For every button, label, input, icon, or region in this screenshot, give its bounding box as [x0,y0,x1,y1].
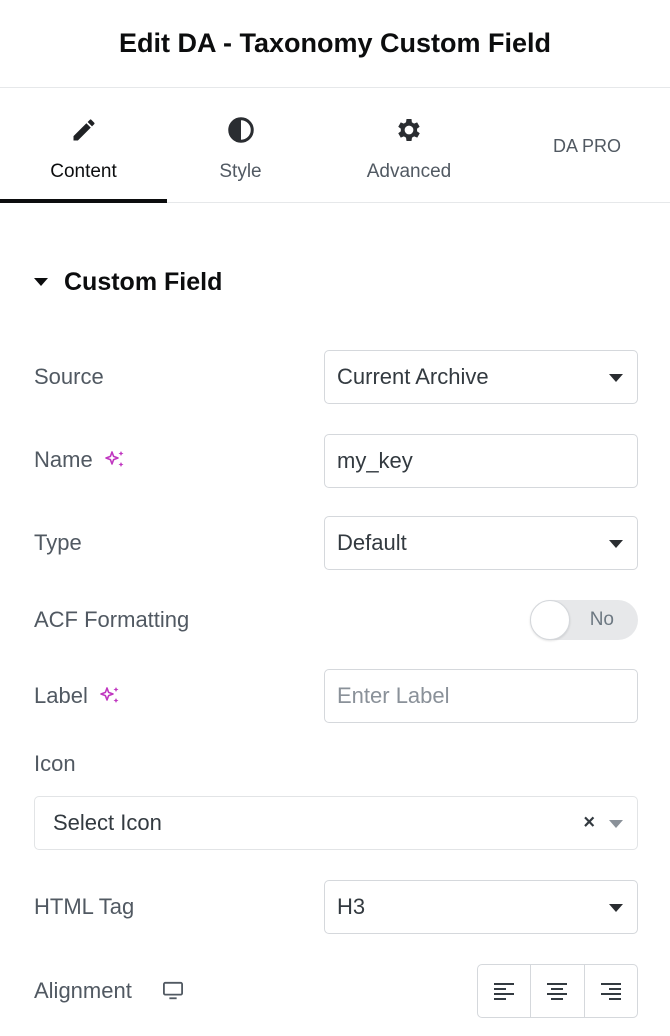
align-right-icon [600,983,621,1000]
type-select[interactable]: Default [324,516,638,570]
clear-icon[interactable]: × [583,812,595,835]
alignment-control [477,964,638,1018]
panel-tabs: Content Style Advanced DA PRO [0,88,670,203]
ai-sparkle-icon[interactable] [103,448,127,472]
acf-formatting-toggle[interactable]: No [530,600,638,640]
html-tag-select[interactable]: H3 [324,880,638,934]
icon-select[interactable]: Select Icon × [34,796,638,850]
tab-advanced-label: Advanced [366,161,452,182]
chevron-down-icon [609,540,623,548]
tab-style-label: Style [219,161,262,182]
tab-content[interactable]: Content [0,88,167,203]
ai-sparkle-icon[interactable] [98,684,122,708]
alignment-label: Alignment [34,976,184,1006]
panel-header: Edit DA - Taxonomy Custom Field [0,0,670,88]
acf-formatting-label: ACF Formatting [34,607,190,632]
caret-down-icon [34,278,48,286]
panel-title: Edit DA - Taxonomy Custom Field [118,28,551,58]
tab-da-pro-label: DA PRO [552,136,622,156]
icon-label: Icon [34,751,76,776]
gear-icon [393,114,425,146]
align-left-button[interactable] [478,965,532,1017]
chevron-down-icon [609,374,623,382]
pencil-icon [68,114,100,146]
source-select[interactable]: Current Archive [324,350,638,404]
toggle-knob [530,600,570,640]
align-right-button[interactable] [585,965,637,1017]
name-input[interactable]: my_key [324,434,638,488]
active-tab-indicator [0,199,167,203]
tab-da-pro[interactable]: DA PRO [504,88,670,202]
desktop-icon[interactable] [162,981,184,1001]
align-center-icon [547,983,568,1000]
align-center-button[interactable] [531,965,585,1017]
tab-content-label: Content [50,161,117,182]
chevron-down-icon [609,904,623,912]
label-input[interactable]: Enter Label [324,669,638,723]
tab-style[interactable]: Style [167,88,314,202]
align-left-icon [494,983,515,1000]
name-label: Name [34,445,127,475]
chevron-down-icon [609,820,623,828]
tab-advanced[interactable]: Advanced [314,88,504,202]
type-label: Type [34,530,82,555]
section-title: Custom Field [64,267,223,296]
source-label: Source [34,364,104,389]
label-label: Label [34,681,122,711]
html-tag-label: HTML Tag [34,894,135,919]
section-toggle[interactable]: Custom Field [34,264,222,300]
toggle-state-text: No [589,609,614,630]
half-circle-icon [225,114,257,146]
